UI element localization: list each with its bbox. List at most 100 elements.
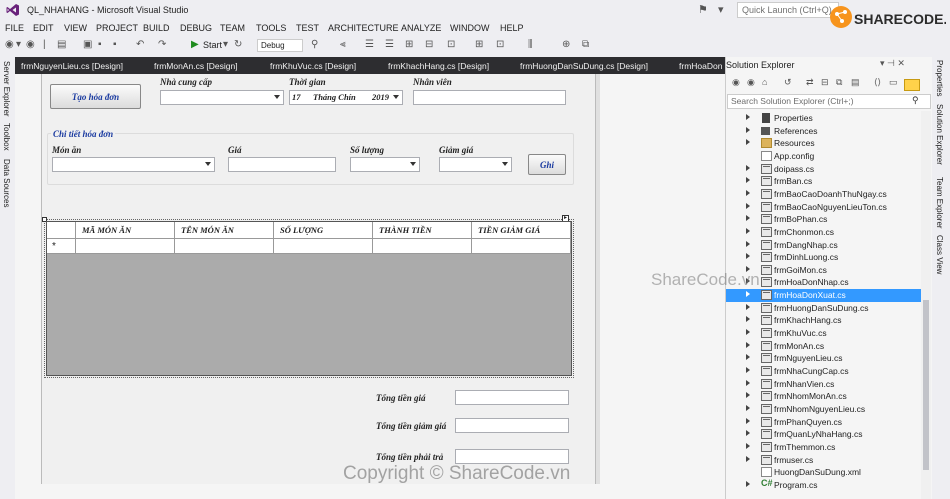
create-invoice-button[interactable]: Tạo hóa đơn <box>50 84 141 109</box>
tree-item[interactable]: frmNhaCungCap.cs <box>726 365 921 378</box>
expand-arrow-icon[interactable] <box>746 291 750 298</box>
expand-arrow-icon[interactable] <box>746 202 750 209</box>
new-project-icon[interactable]: ▤ <box>57 39 66 50</box>
expand-arrow-icon[interactable] <box>746 341 750 348</box>
expand-arrow-icon[interactable] <box>746 114 750 120</box>
expand-arrow-icon[interactable] <box>746 404 750 411</box>
home-icon[interactable]: ⌂ <box>762 77 767 87</box>
supplier-combo[interactable] <box>160 90 284 105</box>
tree-item[interactable]: frmChonmon.cs <box>726 226 921 239</box>
total-field[interactable] <box>455 390 569 405</box>
tree-item[interactable]: Resources <box>726 137 921 150</box>
discount-combo[interactable] <box>439 157 512 172</box>
menu-debug[interactable]: DEBUG <box>180 23 212 33</box>
tree-item[interactable]: frmuser.cs <box>726 454 921 467</box>
feedback-icon[interactable]: ▾ <box>718 3 724 16</box>
expand-arrow-icon[interactable] <box>746 215 750 222</box>
column-header-discount-amount[interactable]: TIỀN GIẢM GIÁ <box>472 222 571 239</box>
solution-explorer-search[interactable]: Search Solution Explorer (Ctrl+;) <box>727 94 931 109</box>
expand-arrow-icon[interactable] <box>746 392 750 399</box>
start-button[interactable]: Start <box>203 40 222 50</box>
grid-cell[interactable] <box>373 239 472 254</box>
menu-analyze[interactable]: ANALYZE <box>401 23 441 33</box>
spacing-icon[interactable]: ⫼ <box>528 39 533 50</box>
expand-arrow-icon[interactable] <box>746 442 750 449</box>
bring-to-front-icon[interactable]: ⧉ <box>582 39 589 50</box>
size-to-grid-icon[interactable]: ⊡ <box>496 39 504 50</box>
menu-architecture[interactable]: ARCHITECTURE <box>328 23 399 33</box>
align-bottoms-icon[interactable]: ⊡ <box>447 39 455 50</box>
menu-edit[interactable]: EDIT <box>33 23 54 33</box>
tree-item[interactable]: frmBaoCaoDoanhThuNgay.cs <box>726 188 921 201</box>
align-tops-icon[interactable]: ⊞ <box>405 39 413 50</box>
class-view-tab[interactable]: Class View <box>935 235 944 274</box>
expand-arrow-icon[interactable] <box>746 455 750 462</box>
save-all-icon[interactable]: ▪ <box>113 39 117 50</box>
back-icon[interactable]: ◉ <box>732 77 740 88</box>
expand-arrow-icon[interactable] <box>746 253 750 260</box>
pin-icon[interactable] <box>904 79 920 91</box>
expand-arrow-icon[interactable] <box>746 177 750 184</box>
show-all-files-icon[interactable]: ⧉ <box>836 77 842 88</box>
expand-arrow-icon[interactable] <box>746 354 750 361</box>
team-explorer-tab[interactable]: Team Explorer <box>935 177 944 229</box>
menu-tools[interactable]: TOOLS <box>256 23 286 33</box>
tree-item[interactable]: frmHuongDanSuDung.cs <box>726 302 921 315</box>
tab-frmkhachhang-design[interactable]: frmKhachHang.cs [Design] <box>388 61 489 71</box>
server-explorer-tab[interactable]: Server Explorer <box>2 61 11 117</box>
column-header-quantity[interactable]: SỐ LƯỢNG <box>274 222 373 239</box>
tree-item[interactable]: doipass.cs <box>726 163 921 176</box>
expand-arrow-icon[interactable] <box>746 430 750 437</box>
expand-arrow-icon[interactable] <box>746 126 750 133</box>
price-field[interactable] <box>228 157 336 172</box>
total-discount-field[interactable] <box>455 418 569 433</box>
menu-help[interactable]: HELP <box>500 23 524 33</box>
tree-item[interactable]: frmBoPhan.cs <box>726 213 921 226</box>
tree-item[interactable]: C# Program.cs <box>726 478 921 492</box>
dish-combo[interactable] <box>52 157 215 172</box>
tree-item[interactable]: frmDinhLuong.cs <box>726 251 921 264</box>
start-play-icon[interactable]: ▶ <box>191 39 199 50</box>
tree-item[interactable]: frmBaoCaoNguyenLieuTon.cs <box>726 201 921 214</box>
quick-launch-input[interactable]: Quick Launch (Ctrl+Q) <box>737 2 839 18</box>
tree-item[interactable]: frmQuanLyNhaHang.cs <box>726 428 921 441</box>
search-icon[interactable]: ⚲ <box>912 95 919 106</box>
grid-cell[interactable] <box>175 239 274 254</box>
menu-test[interactable]: TEST <box>296 23 319 33</box>
undo-icon[interactable]: ↶ <box>136 39 144 50</box>
sync-icon[interactable]: ↺ <box>784 77 792 88</box>
invoice-detail-grid[interactable]: MÃ MÓN ĂN TÊN MÓN ĂN SỐ LƯỢNG THÀNH TIỀN… <box>46 221 572 376</box>
table-row[interactable]: * <box>47 239 571 254</box>
save-icon[interactable]: ▪ <box>98 39 102 50</box>
align-centers-icon[interactable]: ☰ <box>365 39 374 50</box>
tree-item[interactable]: frmBan.cs <box>726 175 921 188</box>
quantity-combo[interactable] <box>350 157 420 172</box>
tree-item[interactable]: frmPhanQuyen.cs <box>726 416 921 429</box>
column-header-dish-code[interactable]: MÃ MÓN ĂN <box>76 222 175 239</box>
tab-frmnguyenlieu-design[interactable]: frmNguyenLieu.cs [Design] <box>21 61 123 71</box>
grid-cell[interactable] <box>472 239 571 254</box>
expand-arrow-icon[interactable] <box>746 379 750 386</box>
tree-item[interactable]: frmDangNhap.cs <box>726 239 921 252</box>
forward-icon[interactable]: ◉ <box>747 77 755 88</box>
tree-item[interactable]: frmKhuVuc.cs <box>726 327 921 340</box>
menu-team[interactable]: TEAM <box>220 23 245 33</box>
find-icon[interactable]: ⚲ <box>311 39 318 50</box>
tree-item[interactable]: HuongDanSuDung.xml <box>726 466 921 479</box>
view-designer-icon[interactable]: ▭ <box>889 77 898 88</box>
solution-explorer-tab[interactable]: Solution Explorer <box>935 104 944 165</box>
tab-frmmonan-design[interactable]: frmMonAn.cs [Design] <box>154 61 238 71</box>
panel-window-controls[interactable]: ▾ ⊣ ✕ <box>880 58 905 69</box>
tab-frmhoadon[interactable]: frmHoaDon <box>679 61 722 71</box>
tab-frmhuongdansudung-design[interactable]: frmHuongDanSuDung.cs [Design] <box>520 61 648 71</box>
tree-item[interactable]: frmNhomMonAn.cs <box>726 390 921 403</box>
save-button[interactable]: Ghi <box>528 154 566 175</box>
expand-arrow-icon[interactable] <box>746 240 750 247</box>
tree-item[interactable]: frmNhomNguyenLieu.cs <box>726 403 921 416</box>
data-sources-tab[interactable]: Data Sources <box>2 159 11 207</box>
collapse-all-icon[interactable]: ⊟ <box>821 77 829 88</box>
tree-item[interactable]: frmNguyenLieu.cs <box>726 352 921 365</box>
menu-project[interactable]: PROJECT <box>96 23 138 33</box>
start-dropdown-icon[interactable]: ▾ <box>223 39 228 50</box>
tree-item[interactable]: frmHoaDonXuat.cs <box>726 289 921 302</box>
